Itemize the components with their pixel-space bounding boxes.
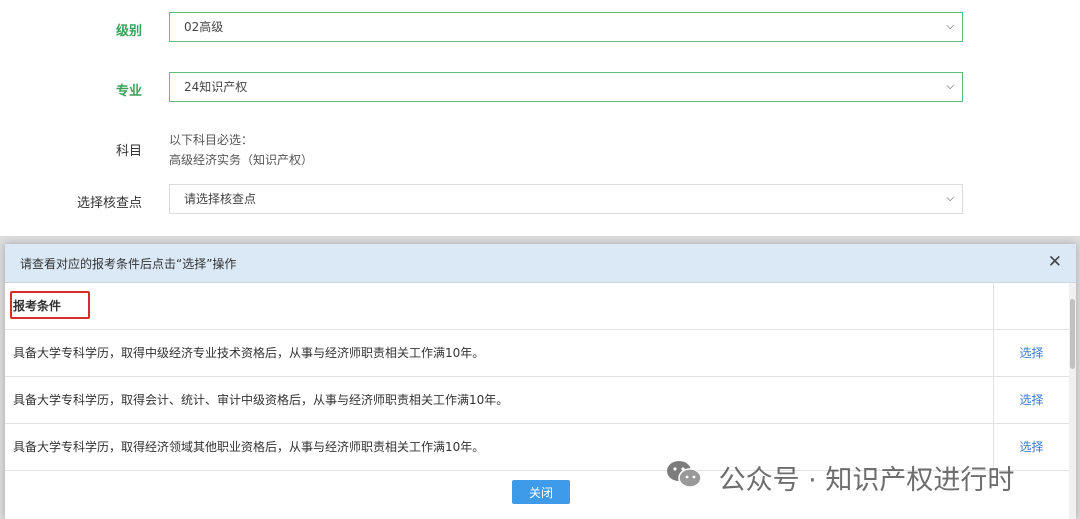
site-select[interactable]: 请选择核查点 ⌵ (169, 184, 963, 214)
watermark: 公众号 · 知识产权进行时 (666, 458, 1015, 496)
dialog-header: 请查看对应的报考条件后点击“选择”操作 ✕ (5, 244, 1076, 283)
watermark-text: 公众号 · 知识产权进行时 (718, 465, 1015, 496)
table-row: 具备大学专科学历，取得中级经济专业技术资格后，从事与经济师职责相关工作满10年。… (5, 330, 1069, 377)
major-label: 专业 (115, 84, 142, 99)
chevron-down-icon: ⌵ (946, 21, 954, 32)
subject-label: 科目 (115, 144, 142, 159)
subject-note: 以下科目必选： (169, 133, 254, 147)
choose-link[interactable]: 选择 (1019, 346, 1043, 360)
table-header-row: 报考条件 (5, 283, 1069, 330)
table-header-conditions: 报考条件 (5, 283, 994, 329)
site-select-placeholder: 请选择核查点 (184, 192, 257, 206)
dialog-title: 请查看对应的报考条件后点击“选择”操作 (20, 257, 237, 271)
table-header-action (994, 283, 1069, 329)
level-select[interactable]: 02高级 ⌵ (169, 12, 963, 42)
choose-link[interactable]: 选择 (1019, 393, 1043, 407)
highlight-annotation (10, 291, 90, 319)
close-icon[interactable]: ✕ (1048, 252, 1062, 272)
major-select-value: 24知识产权 (184, 80, 248, 94)
chevron-down-icon: ⌵ (946, 193, 954, 204)
level-select-value: 02高级 (184, 20, 224, 34)
close-button[interactable]: 关闭 (512, 480, 570, 504)
choose-link[interactable]: 选择 (1019, 440, 1043, 454)
dialog-scrollbar[interactable] (1069, 283, 1076, 519)
chevron-down-icon: ⌵ (946, 81, 954, 92)
condition-text: 具备大学专科学历，取得会计、统计、审计中级资格后，从事与经济师职责相关工作满10… (5, 377, 994, 423)
level-label: 级别 (115, 24, 142, 39)
subject-info: 以下科目必选： 高级经济实务（知识产权） (169, 130, 313, 170)
site-label: 选择核查点 (76, 196, 142, 211)
table-row: 具备大学专科学历，取得会计、统计、审计中级资格后，从事与经济师职责相关工作满10… (5, 377, 1069, 424)
subject-value: 高级经济实务（知识产权） (169, 153, 314, 167)
major-select[interactable]: 24知识产权 ⌵ (169, 72, 963, 102)
conditions-table: 报考条件 具备大学专科学历，取得中级经济专业技术资格后，从事与经济师职责相关工作… (5, 283, 1069, 471)
condition-text: 具备大学专科学历，取得中级经济专业技术资格后，从事与经济师职责相关工作满10年。 (5, 330, 994, 376)
scrollbar-thumb[interactable] (1070, 299, 1075, 369)
wechat-icon (666, 459, 702, 496)
